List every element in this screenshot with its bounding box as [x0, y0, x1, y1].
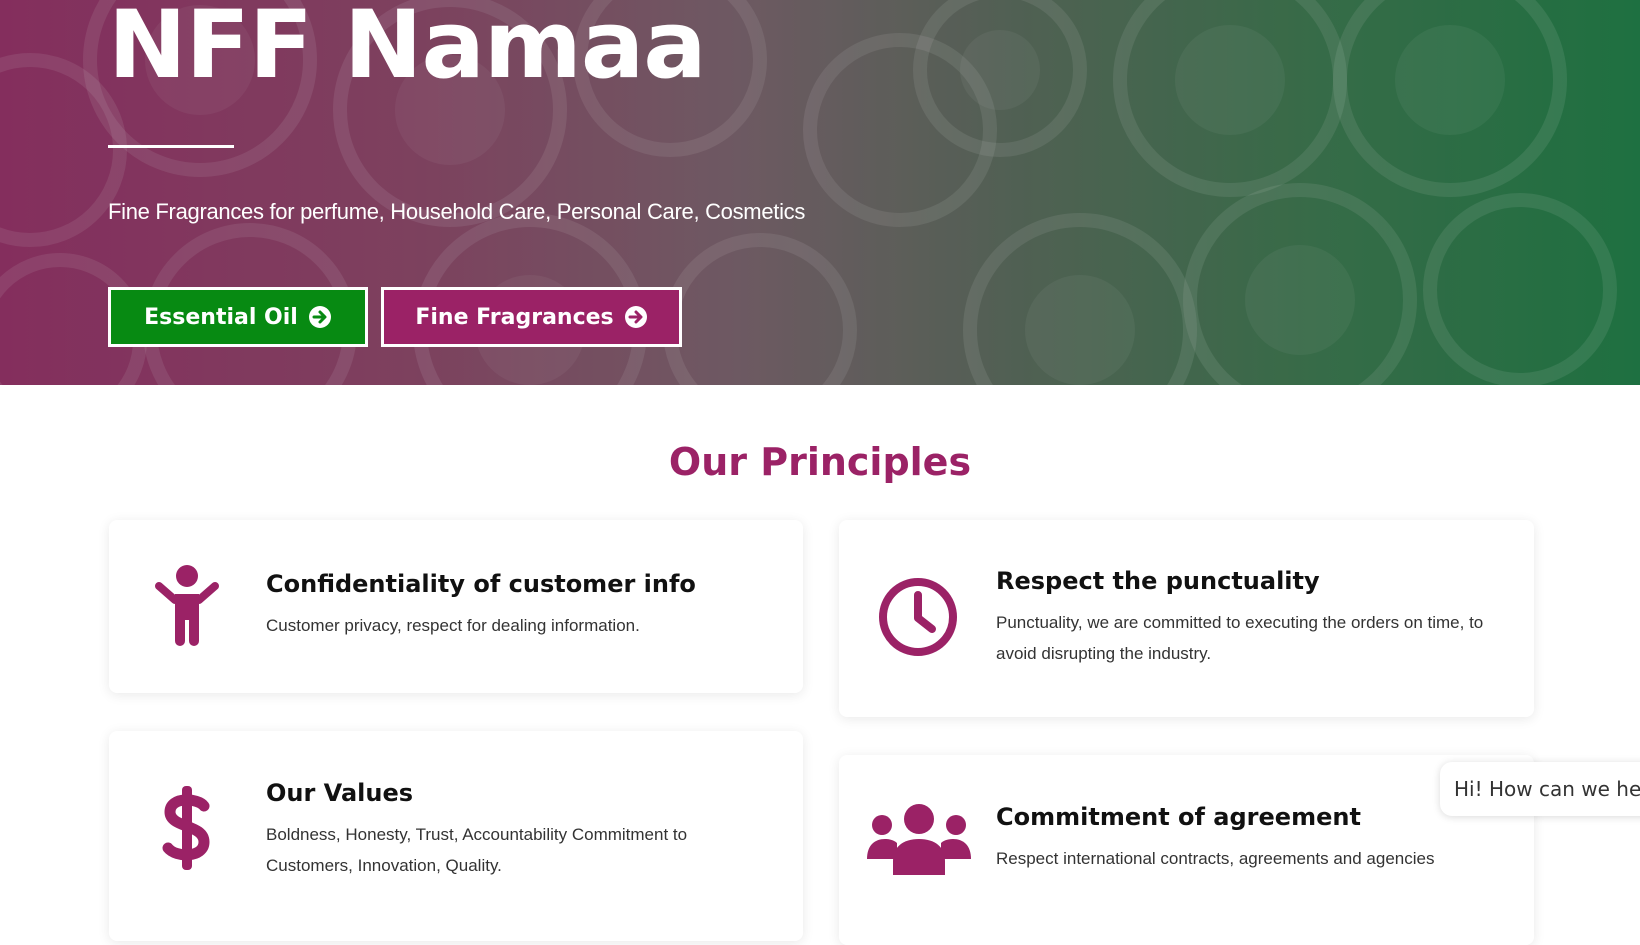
principle-title: Confidentiality of customer info — [266, 570, 696, 598]
principle-description: Respect international contracts, agreeme… — [996, 849, 1435, 868]
hero-divider — [108, 145, 234, 148]
child-figure-icon — [155, 565, 219, 646]
principle-card-confidentiality: Confidentiality of customer info Custome… — [109, 520, 803, 693]
principles-heading: Our Principles — [668, 440, 972, 484]
essential-oil-button[interactable]: Essential Oil — [108, 287, 368, 347]
arrow-circle-right-icon — [308, 306, 331, 328]
fine-fragrances-button[interactable]: Fine Fragrances — [381, 287, 682, 347]
principle-card-values: Our Values Boldness, Honesty, Trust, Acc… — [109, 731, 803, 941]
chat-greeting-bubble[interactable]: Hi! How can we help? — [1440, 762, 1640, 816]
arrow-circle-right-icon — [624, 306, 647, 328]
principle-title: Commitment of agreement — [996, 803, 1361, 831]
clock-icon — [879, 578, 957, 656]
principle-description: Boldness, Honesty, Trust, Accountability… — [266, 825, 688, 875]
essential-oil-button-label: Essential Oil — [144, 304, 298, 330]
hero-subtitle: Fine Fragrances for perfume, Household C… — [108, 199, 806, 224]
hero-banner: NFF Namaa Fine Fragrances for perfume, H… — [0, 0, 1640, 385]
fine-fragrances-button-label: Fine Fragrances — [415, 304, 614, 330]
dollar-sign-icon — [162, 786, 210, 870]
principle-description: Customer privacy, respect for dealing in… — [266, 616, 640, 635]
principle-card-punctuality: Respect the punctuality Punctuality, we … — [839, 520, 1534, 717]
people-group-icon — [867, 804, 971, 875]
principle-title: Our Values — [266, 779, 414, 807]
chat-greeting-text: Hi! How can we help? — [1454, 777, 1640, 801]
hero-title: NFF Namaa — [108, 0, 707, 100]
principle-description: Punctuality, we are committed to executi… — [996, 613, 1484, 663]
principle-card-agreement: Commitment of agreement Respect internat… — [839, 755, 1534, 945]
principle-title: Respect the punctuality — [996, 567, 1320, 595]
